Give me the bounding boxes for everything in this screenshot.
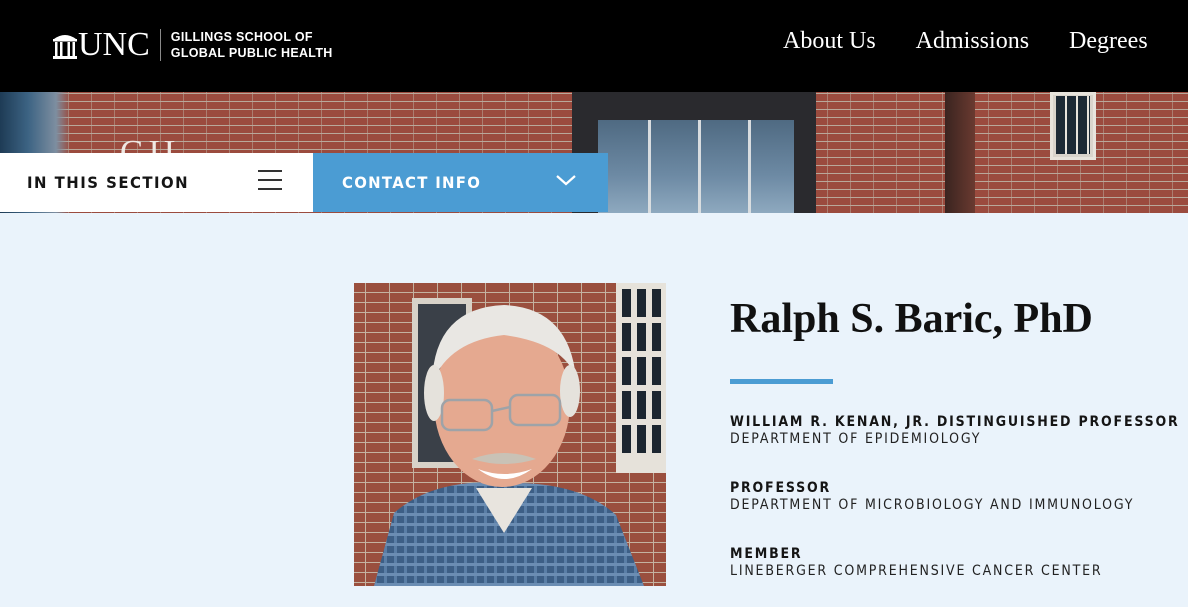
nav-link-admissions[interactable]: Admissions xyxy=(916,28,1029,55)
role-title: MEMBER xyxy=(730,546,803,562)
logo-divider xyxy=(159,29,161,61)
nav-link-degrees[interactable]: Degrees xyxy=(1069,28,1148,55)
unc-wordmark: UNC xyxy=(78,26,150,63)
role-entry: MEMBER LINEBERGER COMPREHENSIVE CANCER C… xyxy=(730,546,1144,580)
site-header: UNC GILLINGS SCHOOL OF GLOBAL PUBLIC HEA… xyxy=(0,0,1188,92)
nav-link-about-us[interactable]: About Us xyxy=(783,28,876,55)
profile-photo xyxy=(354,283,666,586)
chevron-down-icon xyxy=(556,175,576,186)
old-well-icon xyxy=(53,35,77,59)
school-name-line-2: GLOBAL PUBLIC HEALTH xyxy=(170,46,333,60)
role-title: WILLIAM R. KENAN, JR. DISTINGUISHED PROF… xyxy=(730,414,1180,430)
contact-info-toggle[interactable]: CONTACT INFO xyxy=(313,153,608,212)
role-title: PROFESSOR xyxy=(730,480,832,496)
role-department: DEPARTMENT OF EPIDEMIOLOGY xyxy=(730,431,982,447)
role-entry: PROFESSOR DEPARTMENT OF MICROBIOLOGY AND… xyxy=(730,480,1179,514)
unc-gillings-logo[interactable]: UNC GILLINGS SCHOOL OF GLOBAL PUBLIC HEA… xyxy=(52,28,333,62)
role-entry: WILLIAM R. KENAN, JR. DISTINGUISHED PROF… xyxy=(730,414,1188,448)
in-this-section-label: IN THIS SECTION xyxy=(27,173,190,192)
main-nav: About Us Admissions Degrees xyxy=(783,28,1188,55)
role-department: LINEBERGER COMPREHENSIVE CANCER CENTER xyxy=(730,563,1103,579)
school-name-line-1: GILLINGS SCHOOL OF xyxy=(170,30,313,44)
name-accent-divider xyxy=(730,379,833,384)
school-name: GILLINGS SCHOOL OF GLOBAL PUBLIC HEALTH xyxy=(171,29,333,61)
contact-info-label: CONTACT INFO xyxy=(342,173,482,192)
role-department: DEPARTMENT OF MICROBIOLOGY AND IMMUNOLOG… xyxy=(730,497,1135,513)
profile-name: Ralph S. Baric, PhD xyxy=(730,296,1093,342)
hamburger-menu-icon[interactable] xyxy=(258,170,282,192)
